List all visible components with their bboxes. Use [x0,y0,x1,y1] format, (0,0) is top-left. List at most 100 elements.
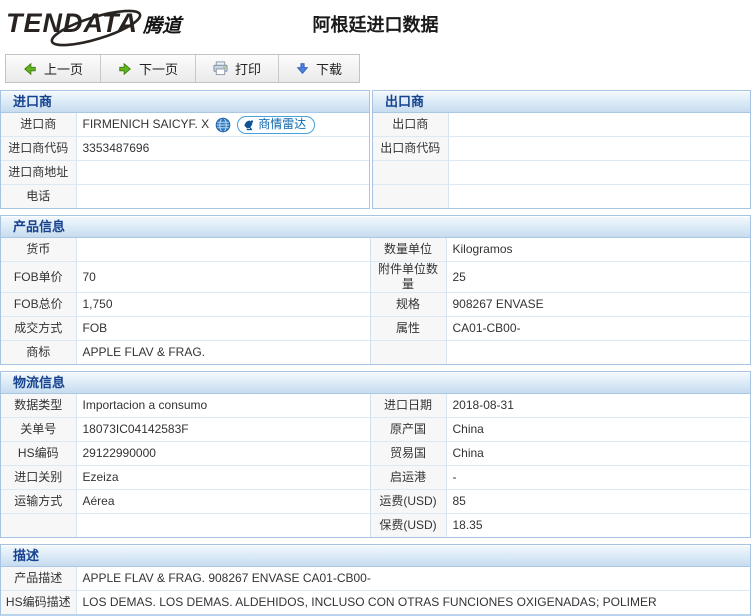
table-row: 电话 [1,185,369,209]
field-label [373,161,448,185]
field-value [76,185,369,209]
table-row: 出口商 [373,113,750,137]
exporter-table: 出口商 出口商代码 [373,113,750,208]
field-value: 25 [446,262,750,293]
globe-icon[interactable] [215,117,231,133]
logistics-table: 数据类型 Importacion a consumo 进口日期 2018-08-… [1,394,750,537]
table-row: 进口商 FIRMENICH SAICYF. X [1,113,369,137]
business-radar-label: 商情雷达 [258,117,306,132]
field-label: 货币 [1,238,76,262]
field-value: 1,750 [76,293,370,317]
print-label: 打印 [235,59,261,78]
field-label: 出口商 [373,113,448,137]
download-label: 下载 [316,59,342,78]
table-row: FOB单价 70 附件单位数量 25 [1,262,750,293]
logo-brand-text: TENDATA [6,8,138,38]
field-label: 成交方式 [1,317,76,341]
field-label: FOB总价 [1,293,76,317]
importer-section-header: 进口商 [1,91,369,113]
next-page-button[interactable]: 下一页 [101,55,196,82]
download-button[interactable]: 下载 [279,55,359,82]
arrow-left-icon [23,62,37,76]
field-label: 保费(USD) [370,514,446,538]
table-row: 进口关别 Ezeiza 启运港 - [1,466,750,490]
field-label: 商标 [1,341,76,365]
field-value [448,137,750,161]
importer-panel: 进口商 进口商 FIRMENICH SAICYF. X [0,90,370,209]
field-label: 原产国 [370,418,446,442]
field-value: Aérea [76,490,370,514]
prev-page-label: 上一页 [44,59,83,78]
field-value: China [446,418,750,442]
field-label: 进口商 [1,113,76,137]
table-row: 商标 APPLE FLAV & FRAG. [1,341,750,365]
field-value: 908267 ENVASE [446,293,750,317]
table-row: 产品描述 APPLE FLAV & FRAG. 908267 ENVASE CA… [1,567,750,591]
field-label: 启运港 [370,466,446,490]
importer-table: 进口商 FIRMENICH SAICYF. X [1,113,369,208]
field-label: 数量单位 [370,238,446,262]
field-value: APPLE FLAV & FRAG. [76,341,370,365]
table-row: 保费(USD) 18.35 [1,514,750,538]
table-row: 出口商代码 [373,137,750,161]
exporter-section-header: 出口商 [373,91,750,113]
field-value: 70 [76,262,370,293]
field-label: 属性 [370,317,446,341]
table-row [373,161,750,185]
field-label: 出口商代码 [373,137,448,161]
next-page-label: 下一页 [139,59,178,78]
field-value: China [446,442,750,466]
field-label: 规格 [370,293,446,317]
field-label: 产品描述 [1,567,76,591]
field-value [448,113,750,137]
table-row: 数据类型 Importacion a consumo 进口日期 2018-08-… [1,394,750,418]
field-value: 2018-08-31 [446,394,750,418]
table-row: 进口商地址 [1,161,369,185]
print-button[interactable]: 打印 [196,55,279,82]
satellite-radar-icon [243,119,255,131]
arrow-down-icon [296,62,309,75]
prev-page-button[interactable]: 上一页 [6,55,101,82]
field-value: 18.35 [446,514,750,538]
field-value [76,514,370,538]
logistics-section-header: 物流信息 [1,372,750,394]
field-label: HS编码描述 [1,591,76,615]
table-row: 货币 数量单位 Kilogramos [1,238,750,262]
field-label: 进口日期 [370,394,446,418]
field-value: 29122990000 [76,442,370,466]
field-value: 85 [446,490,750,514]
field-label [370,341,446,365]
field-value: LOS DEMAS. LOS DEMAS. ALDEHIDOS, INCLUSO… [76,591,750,615]
field-label: 进口商代码 [1,137,76,161]
field-value: - [446,466,750,490]
table-row: 成交方式 FOB 属性 CA01-CB00- [1,317,750,341]
field-value: Importacion a consumo [76,394,370,418]
field-label: 进口商地址 [1,161,76,185]
field-value [448,185,750,209]
importer-name-value: FIRMENICH SAICYF. X [83,117,210,132]
field-label: 附件单位数量 [370,262,446,293]
field-value: FOB [76,317,370,341]
toolbar: 上一页 下一页 打印 下载 [5,54,360,83]
table-row: HS编码描述 LOS DEMAS. LOS DEMAS. ALDEHIDOS, … [1,591,750,615]
field-value: Ezeiza [76,466,370,490]
field-label: 运输方式 [1,490,76,514]
field-label [1,514,76,538]
product-section-header: 产品信息 [1,216,750,238]
field-value: FIRMENICH SAICYF. X [76,113,369,137]
field-label: 运费(USD) [370,490,446,514]
table-row: 关单号 18073IC04142583F 原产国 China [1,418,750,442]
arrow-right-icon [118,62,132,76]
logo-brand-cn-text: 腾道 [143,16,181,37]
field-value: 18073IC04142583F [76,418,370,442]
field-label: HS编码 [1,442,76,466]
field-label: 电话 [1,185,76,209]
product-table: 货币 数量单位 Kilogramos FOB单价 70 附件单位数量 25 FO… [1,238,750,364]
business-radar-badge[interactable]: 商情雷达 [237,116,315,134]
field-value [76,161,369,185]
field-label [373,185,448,209]
table-row: HS编码 29122990000 贸易国 China [1,442,750,466]
description-panel: 描述 产品描述 APPLE FLAV & FRAG. 908267 ENVASE… [0,544,751,616]
description-section-header: 描述 [1,545,750,567]
importer-exporter-section: 进口商 进口商 FIRMENICH SAICYF. X [0,90,751,209]
